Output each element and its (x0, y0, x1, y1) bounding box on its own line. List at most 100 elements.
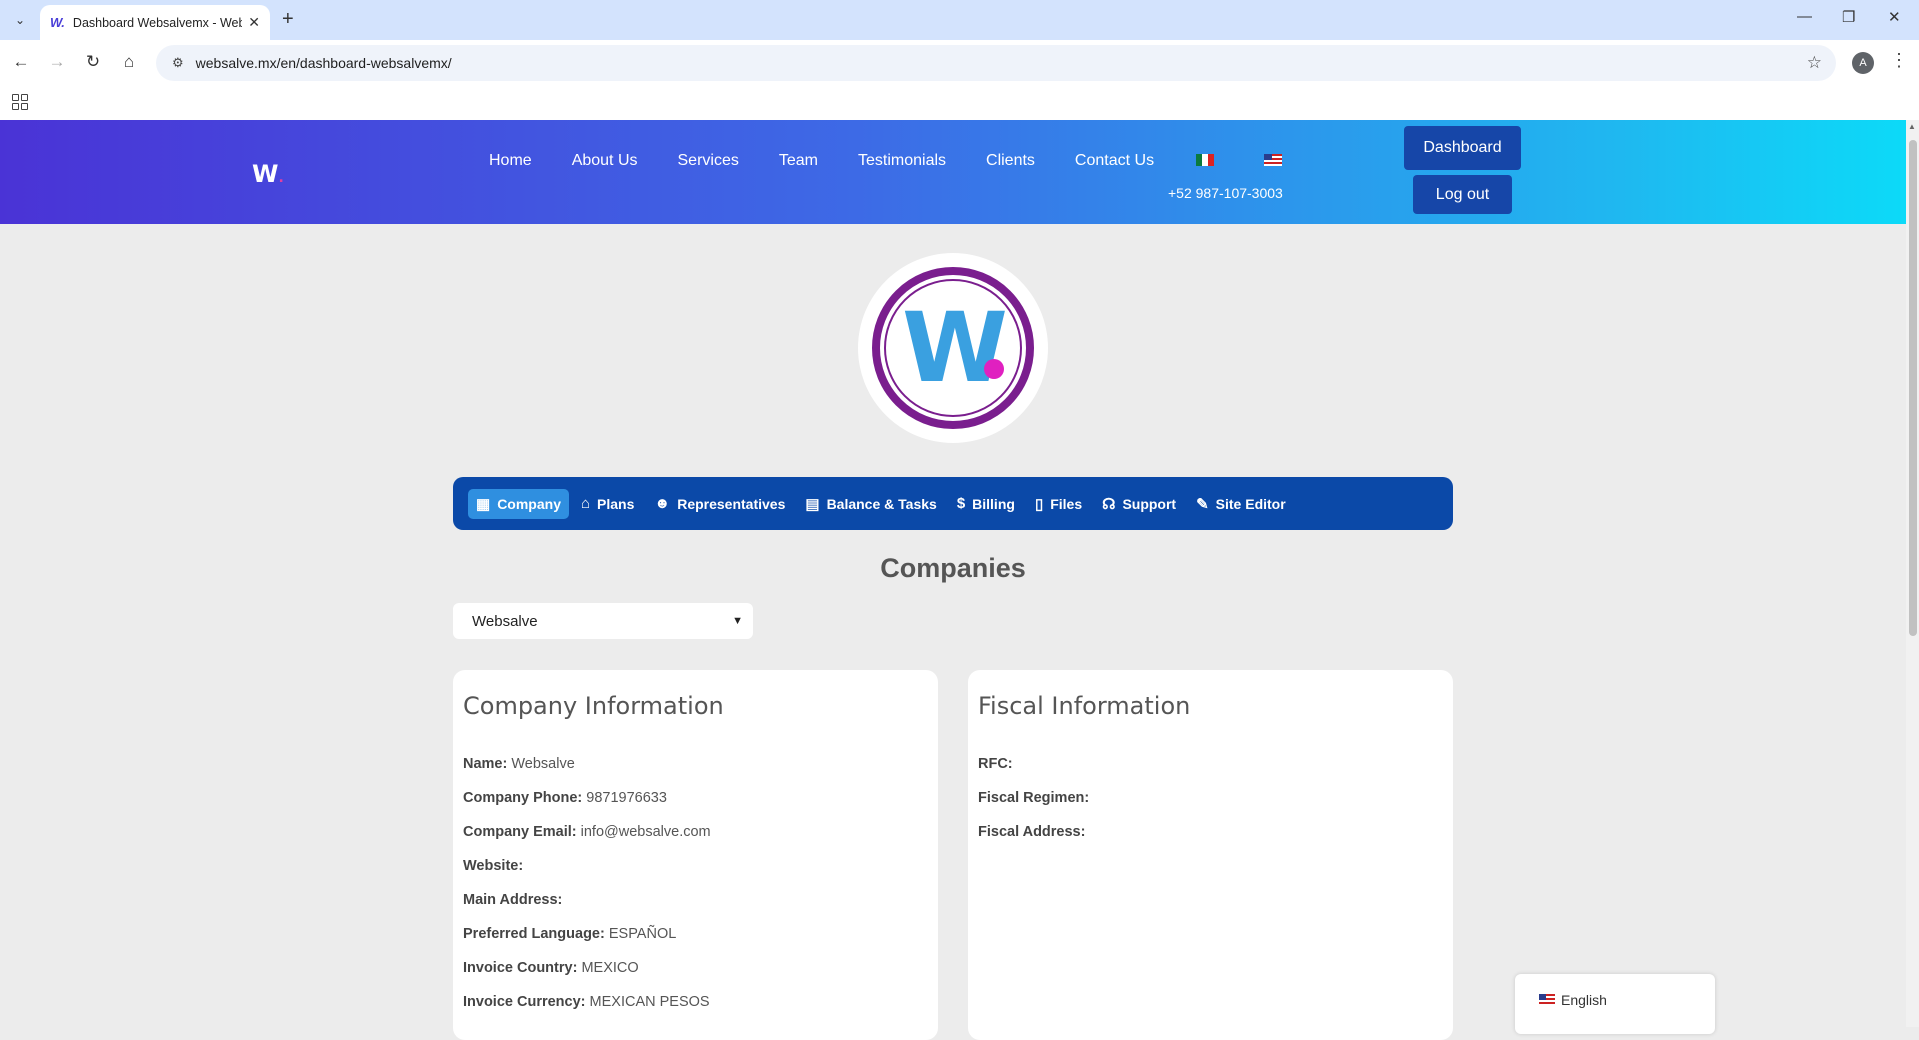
browser-tab[interactable]: W. Dashboard Websalvemx - Websalve ✕ (40, 5, 270, 40)
profile-avatar[interactable]: A (1852, 52, 1874, 74)
field-label: Main Address: (463, 892, 563, 908)
tab-billing[interactable]: $ Billing (949, 489, 1023, 518)
tab-label: Files (1050, 495, 1083, 512)
restore-icon[interactable]: ❐ (1842, 8, 1855, 26)
tab-label: Site Editor (1215, 495, 1286, 512)
nav-clients[interactable]: Clients (986, 152, 1035, 170)
site-logo[interactable]: W. (252, 160, 284, 188)
nav-team[interactable]: Team (779, 152, 818, 170)
tab-label: Billing (972, 495, 1015, 512)
close-window-icon[interactable]: ✕ (1888, 8, 1901, 26)
info-row: Company Phone: 9871976633 (463, 790, 928, 806)
info-row: Invoice Country: MEXICO (463, 960, 928, 976)
info-row: Website: (463, 858, 928, 874)
company-select[interactable]: Websalve ▼ (453, 603, 753, 639)
dashboard-tabs: ▦ Company ⌂ Plans ☻ Representatives ▤ Balanc… (453, 477, 1453, 530)
forward-icon[interactable]: → (46, 52, 68, 72)
company-info-title: Company Information (463, 692, 724, 720)
logo-ring: W (872, 267, 1034, 429)
browser-menu-icon[interactable]: ⋮ (1890, 50, 1908, 71)
url-text: websalve.mx/en/dashboard-websalvemx/ (195, 55, 452, 71)
close-tab-icon[interactable]: ✕ (248, 14, 260, 31)
back-icon[interactable]: ← (10, 52, 32, 72)
bookmark-star-icon[interactable]: ☆ (1807, 53, 1822, 73)
language-label: English (1561, 992, 1607, 1008)
new-tab-icon[interactable]: + (282, 8, 294, 31)
company-info-card: Company Information Name: Websalve Compa… (453, 670, 938, 1040)
favicon-icon: W. (50, 15, 65, 30)
address-bar[interactable]: ⚙ websalve.mx/en/dashboard-websalvemx/ ☆ (156, 45, 1836, 81)
logout-button[interactable]: Log out (1413, 175, 1512, 214)
bookmarks-bar (0, 86, 1919, 120)
field-value: ESPAÑOL (608, 926, 677, 942)
browser-tab-bar: ⌄ W. Dashboard Websalvemx - Websalve ✕ +… (0, 0, 1919, 40)
tab-files[interactable]: ▯ Files (1027, 489, 1090, 519)
nav-testimonials[interactable]: Testimonials (858, 152, 946, 170)
money-check-icon: ▤ (805, 495, 820, 513)
browser-toolbar: ← → ↻ ⌂ ⚙ websalve.mx/en/dashboard-websa… (0, 40, 1919, 86)
company-logo: W (858, 253, 1048, 443)
tab-label: Support (1122, 495, 1177, 512)
tab-representatives[interactable]: ☻ Representatives (646, 489, 793, 518)
store-icon: ⌂ (580, 495, 591, 512)
us-flag-icon[interactable] (1264, 154, 1282, 166)
site-header: W. Home About Us Services Team Testimoni… (0, 120, 1906, 224)
tab-label: Company (497, 495, 561, 512)
field-label: Company Phone: (463, 790, 583, 806)
fiscal-info-card: Fiscal Information RFC: Fiscal Regimen: … (968, 670, 1453, 1040)
building-icon: ▦ (476, 495, 491, 513)
tab-search-icon[interactable]: ⌄ (10, 10, 30, 30)
people-icon: ☻ (654, 495, 671, 512)
tab-label: Balance & Tasks (826, 495, 937, 512)
mexico-flag-icon[interactable] (1196, 154, 1214, 166)
home-icon[interactable]: ⌂ (118, 52, 140, 72)
info-row: Fiscal Regimen: (978, 790, 1443, 806)
language-switcher[interactable]: English (1515, 974, 1715, 1034)
dashboard-button[interactable]: Dashboard (1404, 126, 1521, 170)
pencil-icon: ✎ (1196, 495, 1209, 513)
fiscal-info-title: Fiscal Information (978, 692, 1191, 720)
field-label: Website: (463, 858, 524, 874)
info-row: Fiscal Address: (978, 824, 1443, 840)
minimize-icon[interactable]: — (1797, 8, 1812, 25)
reload-icon[interactable]: ↻ (82, 52, 104, 72)
field-value: Websalve (511, 756, 575, 772)
field-label: Fiscal Address: (978, 824, 1086, 840)
field-value: MEXICAN PESOS (589, 994, 710, 1010)
page-title: Companies (880, 553, 1026, 583)
field-label: Invoice Country: (463, 960, 578, 976)
site-info-icon[interactable]: ⚙ (172, 55, 184, 71)
nav-about-us[interactable]: About Us (572, 152, 638, 170)
tab-label: Representatives (677, 495, 786, 512)
field-value: info@websalve.com (580, 824, 711, 840)
tab-support[interactable]: ☊ Support (1094, 489, 1184, 519)
headset-icon: ☊ (1102, 495, 1116, 513)
info-row: Preferred Language: ESPAÑOL (463, 926, 928, 942)
field-label: Name: (463, 756, 508, 772)
site-logo-text: W (252, 160, 279, 188)
nav-home[interactable]: Home (489, 152, 532, 170)
info-row: Main Address: (463, 892, 928, 908)
tab-plans[interactable]: ⌂ Plans (573, 489, 642, 518)
tab-label: Plans (597, 495, 635, 512)
field-label: Company Email: (463, 824, 577, 840)
tab-balance-tasks[interactable]: ▤ Balance & Tasks (797, 489, 944, 519)
scroll-up-icon[interactable]: ▲ (1908, 122, 1916, 131)
file-icon: ▯ (1034, 495, 1044, 513)
chevron-down-icon: ▼ (732, 615, 743, 627)
apps-grid-icon[interactable] (12, 94, 28, 110)
nav-services[interactable]: Services (678, 152, 739, 170)
field-value: 9871976633 (586, 790, 667, 806)
scrollbar-thumb[interactable] (1909, 140, 1917, 636)
logo-letter: W (902, 292, 1008, 404)
tab-company[interactable]: ▦ Company (468, 488, 569, 519)
field-label: Preferred Language: (463, 926, 605, 942)
field-label: Invoice Currency: (463, 994, 586, 1010)
phone-number[interactable]: +52 987-107-3003 (1168, 185, 1283, 201)
invoice-icon: $ (956, 495, 966, 512)
logo-dot (984, 359, 1004, 379)
tab-site-editor[interactable]: ✎ Site Editor (1188, 489, 1294, 519)
nav-contact-us[interactable]: Contact Us (1075, 152, 1154, 170)
main-nav: Home About Us Services Team Testimonials… (489, 152, 1194, 170)
info-row: RFC: (978, 756, 1443, 772)
